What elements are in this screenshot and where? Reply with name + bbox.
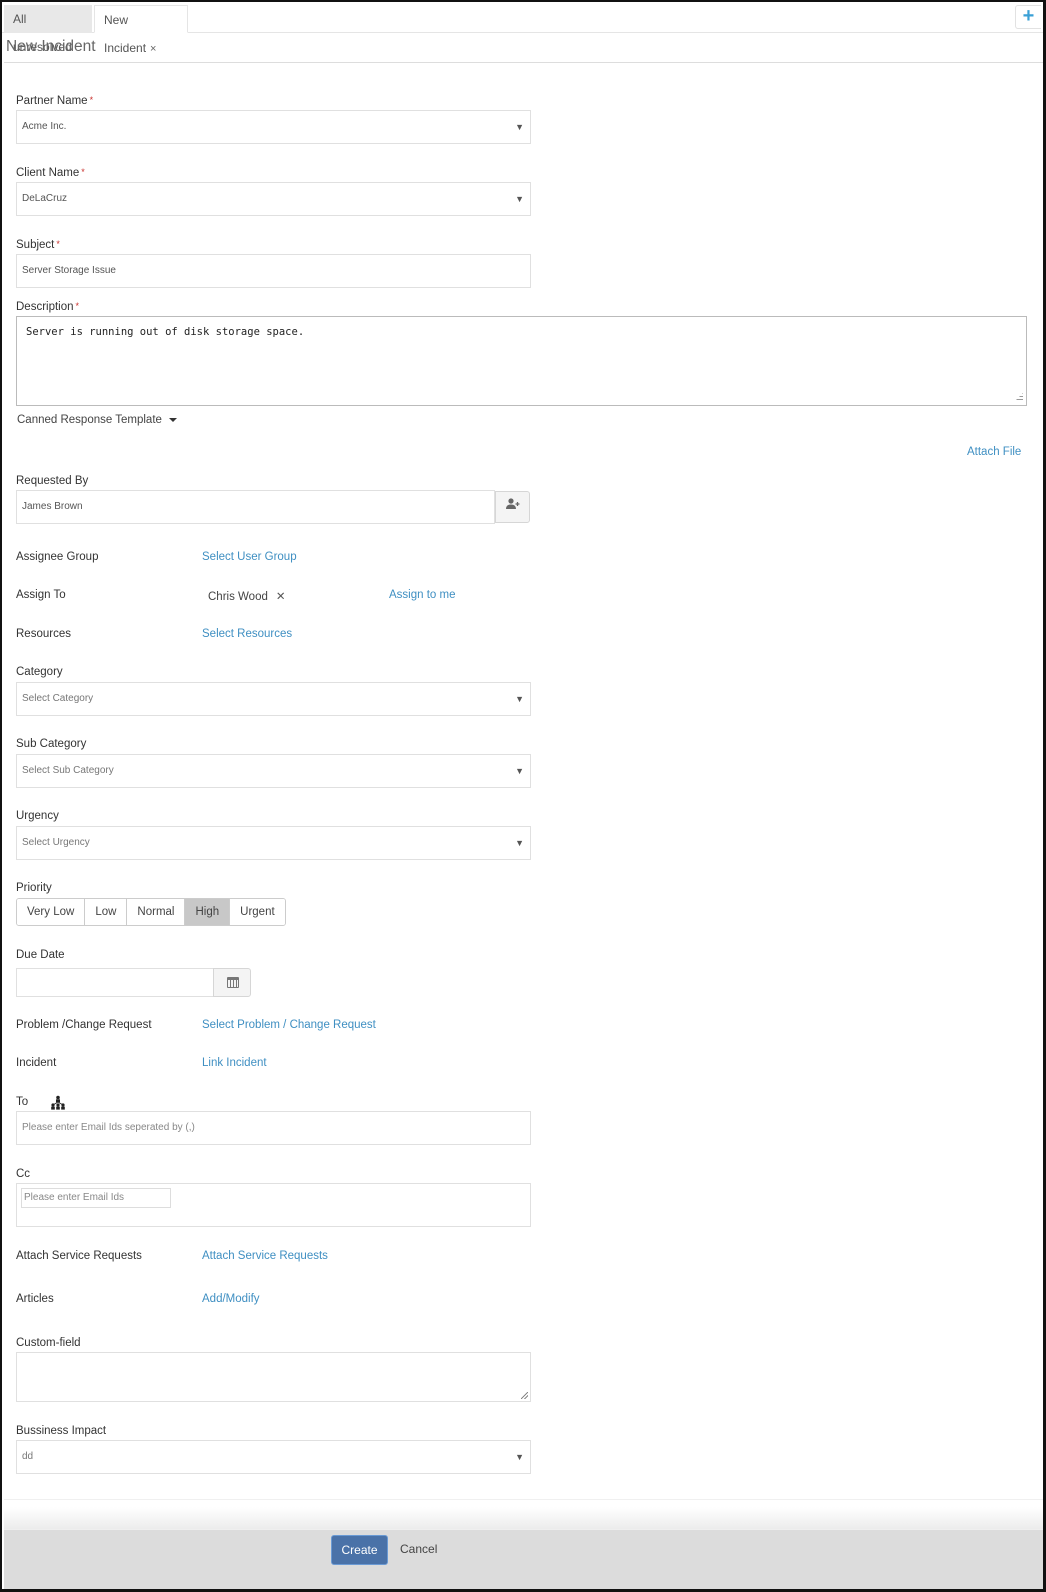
add-requester-button[interactable] (495, 491, 530, 523)
priority-normal[interactable]: Normal (127, 899, 186, 925)
select-resources-link[interactable]: Select Resources (202, 628, 292, 640)
select-problem-change-link[interactable]: Select Problem / Change Request (202, 1019, 376, 1031)
business-impact-select[interactable]: dd ▼ (16, 1440, 531, 1474)
app-window: All unresolved New Incident × + New Incid… (0, 0, 1046, 1592)
cc-container: Please enter Email Ids (16, 1183, 531, 1227)
caret-down-icon: ▼ (515, 838, 524, 848)
date-picker-button[interactable] (213, 968, 251, 997)
custom-field-label: Custom-field (16, 1337, 81, 1349)
tab-all-unresolved[interactable]: All unresolved (4, 5, 92, 54)
category-select[interactable]: Select Category ▼ (16, 682, 531, 716)
priority-very-low[interactable]: Very Low (17, 899, 86, 925)
custom-field-textarea[interactable] (16, 1352, 531, 1402)
assign-to-me-link[interactable]: Assign to me (389, 589, 455, 601)
assignee-group-label: Assignee Group (16, 551, 99, 563)
divider (4, 1499, 1043, 1500)
priority-high[interactable]: High (185, 899, 231, 925)
sub-category-select[interactable]: Select Sub Category ▼ (16, 754, 531, 788)
priority-urgent[interactable]: Urgent (230, 899, 285, 925)
resize-handle[interactable] (521, 1392, 528, 1399)
description-textarea[interactable]: Server is running out of disk storage sp… (16, 316, 1027, 406)
subject-input[interactable]: Server Storage Issue (16, 254, 531, 288)
footer-bar (4, 1529, 1043, 1589)
priority-label: Priority (16, 882, 52, 894)
remove-assignee-icon[interactable]: ✕ (276, 591, 286, 603)
category-placeholder: Select Category (22, 693, 94, 704)
canned-response-dropdown[interactable]: Canned Response Template (17, 414, 177, 426)
assignee-name: Chris Wood (208, 591, 268, 603)
due-date-input[interactable] (16, 968, 214, 997)
plus-icon: + (1022, 5, 1035, 27)
urgency-placeholder: Select Urgency (22, 837, 90, 848)
urgency-select[interactable]: Select Urgency ▼ (16, 826, 531, 860)
calendar-icon (227, 977, 239, 988)
sub-category-label: Sub Category (16, 738, 87, 750)
user-plus-icon (505, 498, 519, 509)
divider (4, 62, 1043, 63)
org-chart-icon[interactable] (49, 1095, 67, 1111)
add-modify-articles-link[interactable]: Add/Modify (202, 1293, 260, 1305)
to-label: To (16, 1096, 29, 1108)
link-incident-link[interactable]: Link Incident (202, 1057, 267, 1069)
description-label: Description * (16, 301, 80, 313)
assign-to-label: Assign To (16, 589, 66, 601)
client-name-select[interactable]: DeLaCruz ▼ (16, 182, 531, 216)
attach-file-link[interactable]: Attach File (967, 446, 1021, 458)
resize-handle[interactable] (1014, 393, 1023, 402)
caret-down-icon: ▼ (515, 122, 524, 132)
partner-name-value: Acme Inc. (22, 121, 67, 132)
page-title: New Incident (6, 38, 96, 55)
tab-label: New Incident (104, 13, 147, 55)
due-date-label: Due Date (16, 949, 65, 961)
tab-new-incident[interactable]: New Incident × (94, 5, 188, 55)
to-email-input[interactable]: Please enter Email Ids seperated by (,) (16, 1111, 531, 1145)
subject-value: Server Storage Issue (22, 265, 116, 276)
partner-name-label: Partner Name * (16, 95, 94, 107)
to-placeholder: Please enter Email Ids seperated by (,) (22, 1122, 195, 1133)
create-button[interactable]: Create (331, 1535, 388, 1565)
priority-low[interactable]: Low (85, 899, 128, 925)
tab-bar: All unresolved New Incident × + (2, 2, 1043, 55)
cc-placeholder: Please enter Email Ids (24, 1192, 125, 1203)
required-marker: * (75, 301, 80, 311)
subject-label: Subject * (16, 239, 60, 251)
client-name-label: Client Name * (16, 167, 85, 179)
requested-by-value: James Brown (22, 501, 83, 512)
description-value: Server is running out of disk storage sp… (26, 326, 305, 338)
cancel-button[interactable]: Cancel (400, 1542, 437, 1556)
caret-down-icon (168, 417, 177, 422)
attach-service-requests-link[interactable]: Attach Service Requests (202, 1250, 328, 1262)
attach-service-requests-label: Attach Service Requests (16, 1250, 142, 1262)
sub-category-placeholder: Select Sub Category (22, 765, 114, 776)
priority-button-group: Very Low Low Normal High Urgent (16, 898, 286, 926)
resources-label: Resources (16, 628, 71, 640)
problem-change-label: Problem /Change Request (16, 1019, 152, 1031)
caret-down-icon: ▼ (515, 766, 524, 776)
client-name-value: DeLaCruz (22, 193, 68, 204)
caret-down-icon: ▼ (515, 194, 524, 204)
footer-shadow (4, 1507, 1043, 1529)
caret-down-icon: ▼ (515, 1452, 524, 1462)
add-tab-button[interactable]: + (1015, 5, 1041, 29)
cc-label: Cc (16, 1168, 31, 1180)
canned-response-label: Canned Response Template (17, 414, 162, 426)
required-marker: * (81, 167, 85, 177)
select-user-group-link[interactable]: Select User Group (202, 551, 297, 563)
articles-label: Articles (16, 1293, 54, 1305)
partner-name-select[interactable]: Acme Inc. ▼ (16, 110, 531, 144)
close-tab-icon[interactable]: × (150, 43, 156, 55)
urgency-label: Urgency (16, 810, 59, 822)
required-marker: * (89, 95, 94, 105)
requested-by-input[interactable]: James Brown (16, 490, 495, 524)
requested-by-label: Requested By (16, 475, 89, 487)
business-impact-value: dd (22, 1451, 34, 1462)
assignee-chip: Chris Wood ✕ (208, 589, 286, 603)
required-marker: * (56, 239, 60, 249)
caret-down-icon: ▼ (515, 694, 524, 704)
business-impact-label: Bussiness Impact (16, 1425, 107, 1437)
incident-label: Incident (16, 1057, 57, 1069)
cc-email-input[interactable]: Please enter Email Ids (21, 1188, 171, 1208)
category-label: Category (16, 666, 63, 678)
